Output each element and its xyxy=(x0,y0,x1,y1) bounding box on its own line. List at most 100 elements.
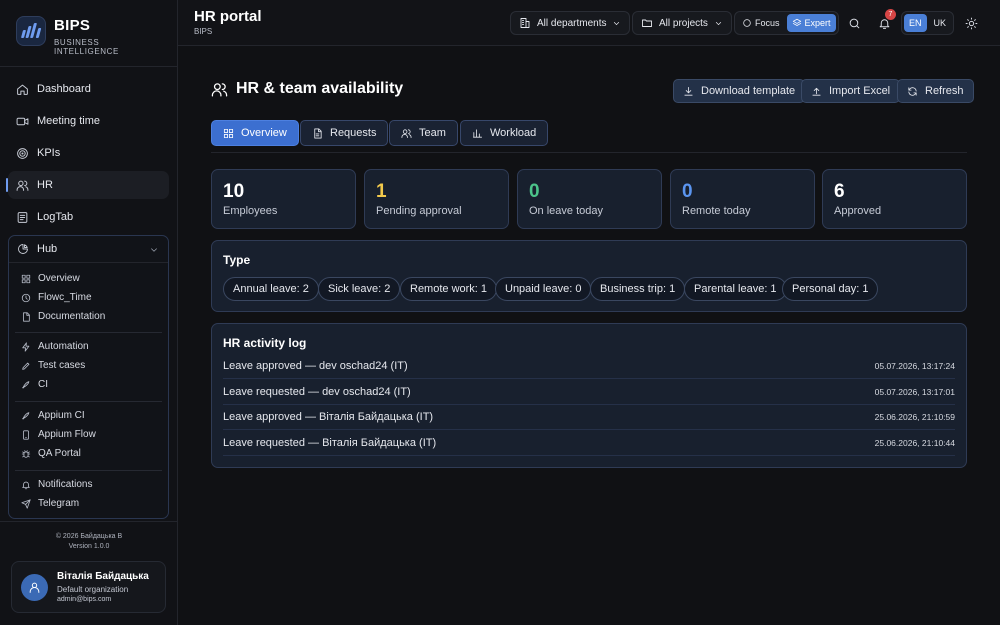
tab-team[interactable]: Team xyxy=(389,120,458,146)
hub-item-overview[interactable]: Overview xyxy=(21,270,80,287)
stat-value: 0 xyxy=(682,181,693,202)
tab-label: Requests xyxy=(330,127,377,139)
sidebar-item-hr[interactable]: HR xyxy=(6,171,169,199)
refresh-icon xyxy=(908,86,917,96)
stat-value: 6 xyxy=(834,181,845,202)
user-org: Default organization xyxy=(57,585,129,594)
download-template-button[interactable]: Download template xyxy=(673,79,806,103)
divider xyxy=(0,521,178,522)
hub-item-label: Test cases xyxy=(38,360,86,371)
sidebar-item-label: Dashboard xyxy=(37,83,91,95)
tab-workload[interactable]: Workload xyxy=(460,120,549,146)
hub-item-documentation[interactable]: Documentation xyxy=(21,308,105,325)
stat-label: Approved xyxy=(834,205,882,217)
hub-item-automation[interactable]: Automation xyxy=(21,338,89,355)
log-entry-time: 25.06.2026, 21:10:59 xyxy=(874,412,955,422)
copyright-text: © 2026 Байдацька В xyxy=(55,533,123,540)
type-chip[interactable]: Business trip: 1 xyxy=(590,277,686,301)
lang-uk-button[interactable]: UK xyxy=(929,14,952,32)
hub-item-flowc-time[interactable]: Flowc_Time xyxy=(21,289,92,306)
video-icon xyxy=(16,117,29,125)
rocket-icon xyxy=(22,411,30,419)
panel-title: Type xyxy=(223,253,251,267)
refresh-label: Refresh xyxy=(925,85,964,97)
sidebar-item-dashboard[interactable]: Dashboard xyxy=(8,75,169,103)
table-row: Leave requested — dev oschad24 (IT) 05.0… xyxy=(223,380,955,405)
type-chip[interactable]: Parental leave: 1 xyxy=(684,277,787,301)
brand-subtitle: BUSINESS INTELLIGENCE xyxy=(54,38,119,56)
brand[interactable]: BIPS BUSINESS INTELLIGENCE xyxy=(16,16,166,56)
type-chip[interactable]: Annual leave: 2 xyxy=(223,277,319,301)
import-excel-button[interactable]: Import Excel xyxy=(801,79,901,103)
users-icon xyxy=(16,180,29,191)
chevron-down-icon xyxy=(151,248,157,252)
hub-item-qa-portal[interactable]: QA Portal xyxy=(21,445,81,462)
divider xyxy=(0,66,178,67)
sidebar-item-label: LogTab xyxy=(37,211,74,223)
import-excel-label: Import Excel xyxy=(829,85,891,97)
stat-card-on-leave: 0 On leave today xyxy=(517,169,662,229)
hub-item-ci[interactable]: CI xyxy=(21,376,48,393)
stat-label: Remote today xyxy=(682,205,751,217)
theme-toggle-button[interactable] xyxy=(959,11,983,35)
bar-chart-icon xyxy=(472,128,483,138)
log-entry-text: Leave approved — Віталія Байдацька (IT) xyxy=(223,411,434,423)
building-icon xyxy=(520,18,530,28)
bell-icon xyxy=(22,481,30,489)
pie-chart-icon xyxy=(18,244,28,254)
topbar: HR portal BIPS All departments All proje… xyxy=(178,0,1000,46)
hub-item-label: Automation xyxy=(38,341,89,352)
lang-en-button[interactable]: EN xyxy=(904,14,927,32)
sidebar-item-kpis[interactable]: KPIs xyxy=(8,139,169,167)
department-selector-label: All departments xyxy=(537,17,607,29)
version-text: Version 1.0.0 xyxy=(68,543,110,550)
divider xyxy=(15,401,162,402)
hub-label: Hub xyxy=(37,243,58,255)
stat-card-remote: 0 Remote today xyxy=(670,169,815,229)
home-icon xyxy=(17,84,28,95)
user-name: Віталія Байдацька xyxy=(57,571,149,582)
user-card[interactable]: Віталія Байдацька Default organization a… xyxy=(11,561,166,613)
divider xyxy=(15,470,162,471)
department-selector[interactable]: All departments xyxy=(510,11,631,35)
activity-log-panel: HR activity log Leave approved — dev osc… xyxy=(211,323,967,468)
hub-item-notifications[interactable]: Notifications xyxy=(21,476,92,493)
type-chip[interactable]: Sick leave: 2 xyxy=(318,277,401,301)
hub-item-telegram[interactable]: Telegram xyxy=(21,495,79,512)
search-button[interactable] xyxy=(842,11,866,35)
project-selector[interactable]: All projects xyxy=(632,11,732,35)
hub-item-appium-ci[interactable]: Appium CI xyxy=(21,407,85,424)
mode-expert-button[interactable]: Expert xyxy=(786,14,836,32)
type-chip[interactable]: Remote work: 1 xyxy=(400,277,498,301)
notifications-button[interactable]: 7 xyxy=(872,9,896,35)
grid-icon xyxy=(21,274,31,283)
language-switch: EN UK xyxy=(901,11,955,35)
sidebar-item-meeting-time[interactable]: Meeting time xyxy=(8,107,169,135)
type-chip[interactable]: Unpaid leave: 0 xyxy=(495,277,592,301)
page-title-text: HR & team availability xyxy=(236,80,404,97)
document-icon xyxy=(23,311,30,322)
tab-label: Workload xyxy=(490,127,537,139)
phone-icon xyxy=(23,429,29,440)
document-icon xyxy=(314,128,322,138)
sidebar-item-label: KPIs xyxy=(37,147,61,159)
user-email: admin@bips.com xyxy=(57,596,112,603)
hub-toggle[interactable]: Hub xyxy=(9,236,168,263)
panel-title: HR activity log xyxy=(223,336,307,350)
hub-item-label: Documentation xyxy=(38,311,106,322)
stat-label: On leave today xyxy=(529,205,603,217)
stat-card-pending: 1 Pending approval xyxy=(364,169,509,229)
target-icon xyxy=(17,147,28,159)
type-chip[interactable]: Personal day: 1 xyxy=(782,277,879,301)
hub-item-appium-flow[interactable]: Appium Flow xyxy=(21,426,96,443)
tab-overview[interactable]: Overview xyxy=(211,120,299,146)
layers-icon xyxy=(792,18,801,26)
mode-focus-button[interactable]: Focus xyxy=(737,14,785,32)
clock-icon xyxy=(21,293,31,302)
refresh-button[interactable]: Refresh xyxy=(897,79,974,103)
hub-item-test-cases[interactable]: Test cases xyxy=(21,357,85,374)
divider xyxy=(211,152,967,153)
sidebar-item-logtab[interactable]: LogTab xyxy=(8,203,169,231)
tab-requests[interactable]: Requests xyxy=(300,120,389,146)
log-entry-time: 05.07.2026, 13:17:24 xyxy=(874,361,955,371)
